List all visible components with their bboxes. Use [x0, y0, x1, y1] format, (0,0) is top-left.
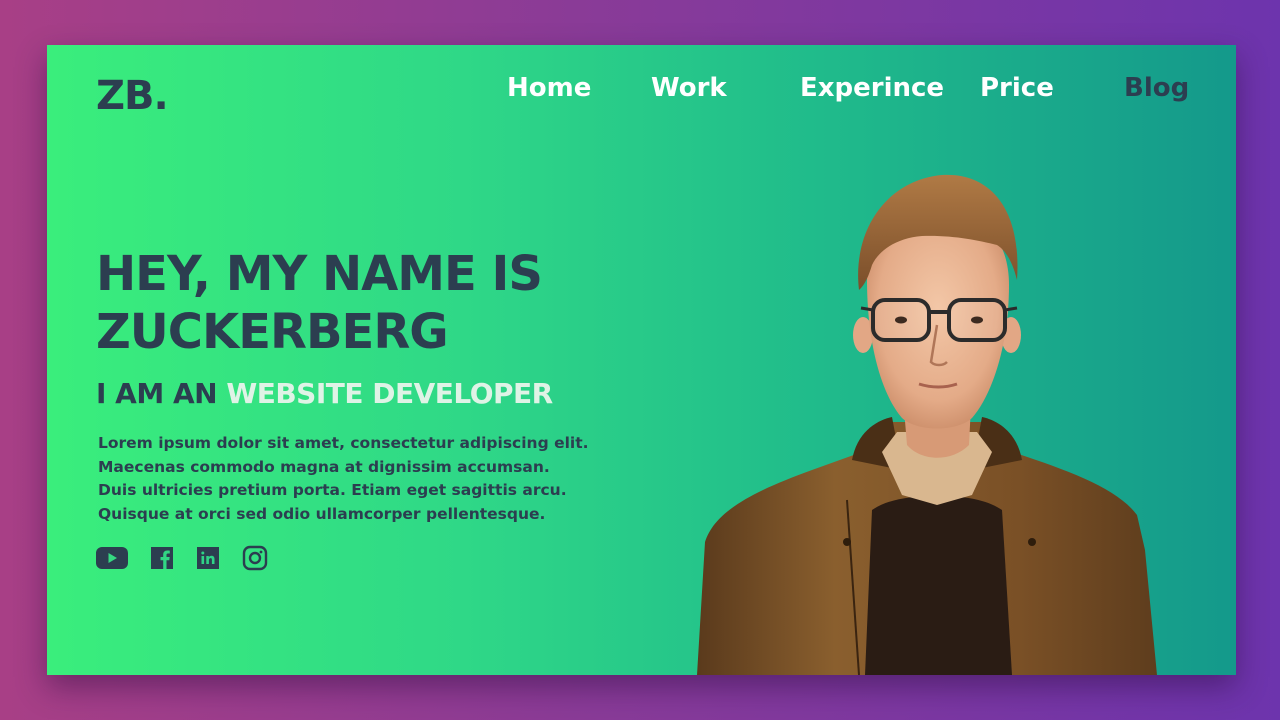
facebook-icon[interactable] — [150, 546, 174, 570]
hero-headline: HEY, MY NAME IS ZUCKERBERG — [96, 246, 543, 360]
bio-line: Maecenas commodo magna at dignissim accu… — [98, 457, 550, 476]
nav-experience[interactable]: Experince — [800, 73, 944, 103]
hero-card: ZB. Home Work Experince Price Blog HEY, … — [47, 45, 1236, 675]
nav-price[interactable]: Price — [980, 73, 1054, 103]
nav-home[interactable]: Home — [507, 73, 591, 103]
bio-line: Lorem ipsum dolor sit amet, consectetur … — [98, 434, 589, 452]
nav-blog[interactable]: Blog — [1124, 73, 1189, 103]
subheadline-prefix: I AM AN — [96, 377, 227, 410]
hero-bio: Lorem ipsum dolor sit amet, consectetur … — [98, 432, 589, 526]
portrait-image — [697, 174, 1157, 675]
logo[interactable]: ZB. — [96, 73, 169, 119]
hero-subheadline: I AM AN WEBSITE DEVELOPER — [96, 377, 553, 410]
youtube-icon[interactable] — [96, 546, 128, 570]
instagram-icon[interactable] — [242, 545, 268, 571]
linkedin-icon[interactable] — [196, 546, 220, 570]
subheadline-highlight: WEBSITE DEVELOPER — [226, 377, 553, 410]
bio-line: Duis ultricies pretium porta. Etiam eget… — [98, 481, 567, 499]
social-links — [96, 545, 290, 571]
nav-work[interactable]: Work — [651, 73, 727, 103]
bio-line: Quisque at orci sed odio ullamcorper pel… — [98, 504, 546, 523]
